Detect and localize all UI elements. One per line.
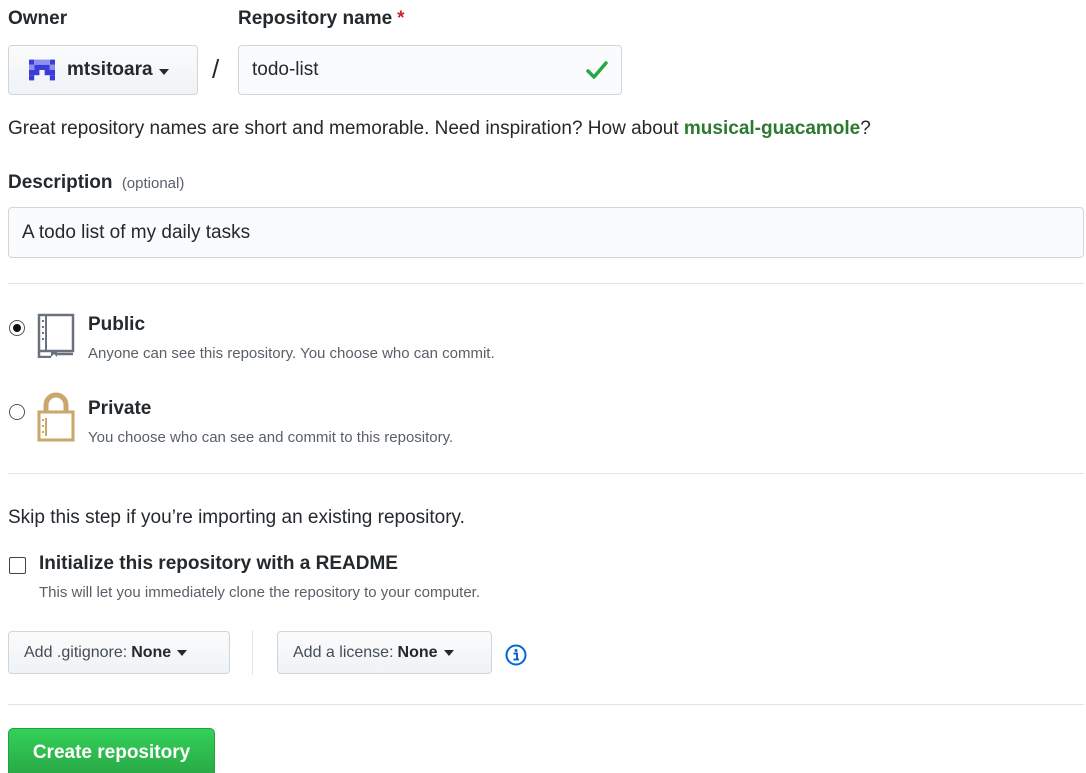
repository-name-label-text: Repository name [238,8,393,29]
owner-repo-separator: / [212,54,220,84]
new-repository-form: Owner Repository name * mtsitoara / todo-… [0,0,1086,773]
hint-text: Great repository names are short and mem… [8,118,679,139]
repository-name-input[interactable]: todo-list [238,45,622,95]
public-description: Anyone can see this repository. You choo… [88,345,495,362]
private-title: Private [88,398,152,419]
owner-name: mtsitoara [67,59,153,80]
public-radio[interactable] [9,320,25,336]
repository-name-label: Repository name * [238,8,405,30]
required-marker: * [397,8,405,29]
check-icon [586,61,608,79]
dropdown-separator [252,630,253,675]
info-icon[interactable] [505,644,527,666]
license-value: None [397,643,438,661]
import-hint: Skip this step if you’re importing an ex… [8,507,465,528]
suggested-name-link[interactable]: musical-guacamole [684,118,860,139]
description-label: Description (optional) [8,172,184,194]
gitignore-value: None [131,643,172,661]
readme-checkbox[interactable] [9,557,26,574]
caret-down-icon [158,68,169,75]
divider [8,704,1084,705]
repo-icon [37,313,75,358]
hint-suffix: ? [860,118,871,139]
identicon-avatar [29,59,55,81]
description-value: A todo list of my daily tasks [22,221,251,243]
divider [8,283,1084,284]
repository-name-value: todo-list [252,59,319,80]
readme-description: This will let you immediately clone the … [39,584,481,601]
license-label: Add a license: [293,643,394,661]
license-dropdown[interactable]: Add a license: None [277,631,492,674]
description-input[interactable]: A todo list of my daily tasks [8,207,1084,258]
public-title: Public [88,314,146,335]
lock-icon [37,392,75,442]
caret-down-icon [177,649,188,656]
caret-down-icon [443,649,454,656]
readme-label[interactable]: Initialize this repository with a README [39,553,398,575]
private-description: You choose who can see and commit to thi… [88,429,454,446]
private-radio[interactable] [9,404,25,420]
repository-name-hint: Great repository names are short and mem… [8,118,871,140]
create-repository-button[interactable]: Create repository [8,728,215,773]
owner-label: Owner [8,8,68,29]
owner-select[interactable]: mtsitoara [8,45,198,95]
optional-tag: (optional) [121,175,185,192]
description-label-text: Description [8,172,113,193]
divider [8,473,1084,474]
gitignore-dropdown[interactable]: Add .gitignore: None [8,631,230,674]
gitignore-label: Add .gitignore: [24,643,128,661]
